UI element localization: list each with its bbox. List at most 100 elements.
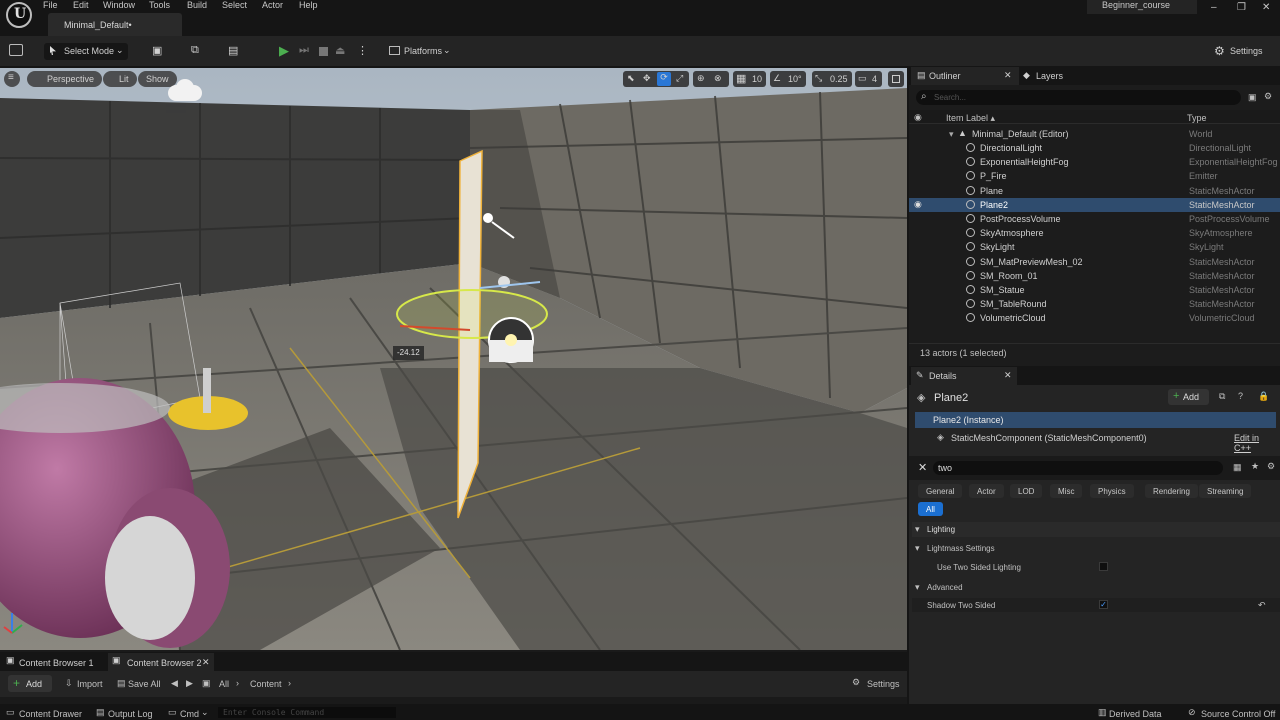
blueprint-icon[interactable]: ⧉ <box>1219 391 1225 402</box>
menu-actor[interactable]: Actor <box>262 0 283 10</box>
tab-content-browser-2[interactable]: ▣ Content Browser 2 ✕ <box>108 653 214 671</box>
menu-select[interactable]: Select <box>222 0 247 10</box>
advanced-row[interactable]: ▾ Advanced <box>912 580 1280 594</box>
grid-view-icon[interactable]: ▦ <box>1233 462 1242 473</box>
outliner-row[interactable]: SM_Statue StaticMeshActor <box>909 283 1280 297</box>
save-icon[interactable] <box>9 44 23 56</box>
output-log-button[interactable]: ▤ Output Log <box>94 706 156 719</box>
viewport-menu-button[interactable]: ≡ <box>4 71 20 87</box>
stop-button[interactable] <box>317 43 331 60</box>
content-add-button[interactable]: + Add <box>8 675 52 692</box>
outliner-row[interactable]: VolumetricCloud VolumetricCloud <box>909 311 1280 325</box>
edit-in-cpp-link[interactable]: Edit in C++ <box>1234 433 1276 453</box>
lightmass-settings-row[interactable]: ▾ Lightmass Settings <box>912 541 1280 555</box>
close-icon[interactable]: ✕ <box>1004 70 1012 81</box>
reset-icon[interactable]: ↶ <box>1258 600 1266 611</box>
tab-layers[interactable]: ◆ Layers <box>1021 67 1111 85</box>
close-icon[interactable]: ✕ <box>1262 2 1270 13</box>
play-button[interactable]: ▶ <box>277 43 291 60</box>
star-icon[interactable]: ★ <box>1251 461 1259 472</box>
content-settings-button[interactable]: ⚙ Settings <box>850 675 904 692</box>
world-space-icon[interactable]: ⊕ <box>697 73 705 84</box>
outliner-row[interactable]: PostProcessVolume PostProcessVolume <box>909 212 1280 226</box>
visibility-icon[interactable]: ◉ <box>914 199 922 210</box>
lock-icon[interactable]: 🔒 <box>1258 391 1269 402</box>
camera-speed-button[interactable]: ▭ 4 <box>855 71 882 87</box>
use-two-sided-checkbox[interactable] <box>1099 562 1108 571</box>
tab-details[interactable]: ✎ Details ✕ <box>911 367 1017 385</box>
maximize-icon[interactable]: ❐ <box>1237 2 1246 13</box>
settings-icon[interactable]: ⚙ <box>1267 461 1275 472</box>
outliner-world-row[interactable]: ▾ ▲ Minimal_Default (Editor) World <box>909 127 1280 141</box>
source-control-button[interactable]: ⊘ Source Control Off <box>1186 706 1278 719</box>
cmd-dropdown[interactable]: ▭ Cmd ⌄ <box>166 706 214 719</box>
content-drawer-button[interactable]: ▭ Content Drawer <box>4 706 88 719</box>
step-button[interactable]: ⏭ <box>298 43 312 60</box>
outliner-row[interactable]: ExponentialHeightFog ExponentialHeightFog <box>909 155 1280 169</box>
filter-all[interactable]: All <box>918 502 943 516</box>
col-type[interactable]: Type <box>1187 113 1207 123</box>
menu-file[interactable]: File <box>43 0 58 10</box>
filter-misc[interactable]: Misc <box>1050 484 1083 498</box>
col-item-label[interactable]: Item Label ▴ <box>946 113 995 124</box>
outliner-row[interactable]: DirectionalLight DirectionalLight <box>909 141 1280 155</box>
blueprints-button[interactable]: ⧉ <box>189 43 213 60</box>
path-all[interactable]: All <box>219 679 229 689</box>
scale-tool-icon[interactable]: ⤢ <box>676 73 683 84</box>
add-component-button[interactable]: + Add <box>1168 389 1209 405</box>
menu-help[interactable]: Help <box>299 0 318 10</box>
filter-physics[interactable]: Physics <box>1090 484 1134 498</box>
forward-icon[interactable]: ▶ <box>186 678 193 689</box>
play-options-button[interactable]: ⋮ <box>355 43 368 60</box>
scale-snap-button[interactable]: ⤡ 0.25 <box>812 71 852 87</box>
filter-lod[interactable]: LOD <box>1010 484 1043 498</box>
minimize-icon[interactable]: – <box>1211 2 1217 13</box>
tab-outliner[interactable]: ▤ Outliner ✕ <box>911 67 1019 85</box>
menu-build[interactable]: Build <box>187 0 207 10</box>
console-input[interactable]: Enter Console Command <box>218 707 396 718</box>
help-icon[interactable]: ? <box>1238 391 1243 401</box>
details-search-input[interactable]: two <box>933 461 1223 475</box>
outliner-search[interactable]: ⌕ Search... <box>916 90 1241 105</box>
outliner-row[interactable]: SkyAtmosphere SkyAtmosphere <box>909 226 1280 240</box>
lit-button[interactable]: Lit <box>103 71 137 87</box>
filter-streaming[interactable]: Streaming <box>1199 484 1252 498</box>
level-tab[interactable]: Minimal_Default• <box>48 13 182 36</box>
outliner-row[interactable]: SkyLight SkyLight <box>909 240 1280 254</box>
select-mode-button[interactable]: Select Mode ⌄ <box>44 43 128 60</box>
path-content[interactable]: Content <box>250 679 282 689</box>
outliner-row[interactable]: SM_MatPreviewMesh_02 StaticMeshActor <box>909 255 1280 269</box>
search-input[interactable]: Search... <box>934 93 966 102</box>
outliner-row[interactable]: SM_Room_01 StaticMeshActor <box>909 269 1280 283</box>
actor-name[interactable]: Plane2 <box>934 392 968 404</box>
component-row[interactable]: ◈ StaticMeshComponent (StaticMeshCompone… <box>915 430 1276 453</box>
platforms-button[interactable]: Platforms ⌄ <box>385 43 455 60</box>
back-icon[interactable]: ◀ <box>171 678 178 689</box>
filter-rendering[interactable]: Rendering <box>1145 484 1198 498</box>
import-button[interactable]: ⇩ Import <box>63 675 113 692</box>
close-icon[interactable]: ✕ <box>202 657 210 668</box>
menu-edit[interactable]: Edit <box>73 0 89 10</box>
close-icon[interactable]: ✕ <box>1004 370 1012 381</box>
level-viewport[interactable]: ≡ Perspective Lit Show ⬉ ✥ ⟳ ⤢ ⊕ ⊗ ▦ 10 … <box>0 68 907 650</box>
grid-snap-button[interactable]: ▦ 10 <box>733 71 766 87</box>
rotation-snap-button[interactable]: ∠ 10° <box>770 71 806 87</box>
outliner-row[interactable]: P_Fire Emitter <box>909 169 1280 183</box>
clear-search-icon[interactable]: ✕ <box>918 461 927 474</box>
outliner-row[interactable]: Plane StaticMeshActor <box>909 184 1280 198</box>
move-tool-icon[interactable]: ✥ <box>643 73 651 84</box>
filter-actor[interactable]: Actor <box>969 484 1004 498</box>
lighting-section[interactable]: ▾ Lighting <box>912 522 1280 537</box>
settings-button[interactable]: ⚙ Settings <box>1211 43 1277 60</box>
filter-general[interactable]: General <box>918 484 963 498</box>
menu-tools[interactable]: Tools <box>149 0 170 10</box>
eject-button[interactable]: ⏏ <box>334 43 348 60</box>
shadow-two-sided-checkbox[interactable]: ✓ <box>1099 600 1108 609</box>
outliner-row[interactable]: SM_TableRound StaticMeshActor <box>909 297 1280 311</box>
tab-content-browser-1[interactable]: ▣ Content Browser 1 <box>2 653 102 671</box>
rotate-tool-icon[interactable]: ⟳ <box>657 72 671 86</box>
unreal-logo-icon[interactable]: U <box>6 2 32 28</box>
maximize-viewport-button[interactable] <box>888 71 904 87</box>
derived-data-button[interactable]: ▥ Derived Data <box>1096 706 1172 719</box>
add-folder-icon[interactable]: ▣ <box>1248 92 1257 103</box>
